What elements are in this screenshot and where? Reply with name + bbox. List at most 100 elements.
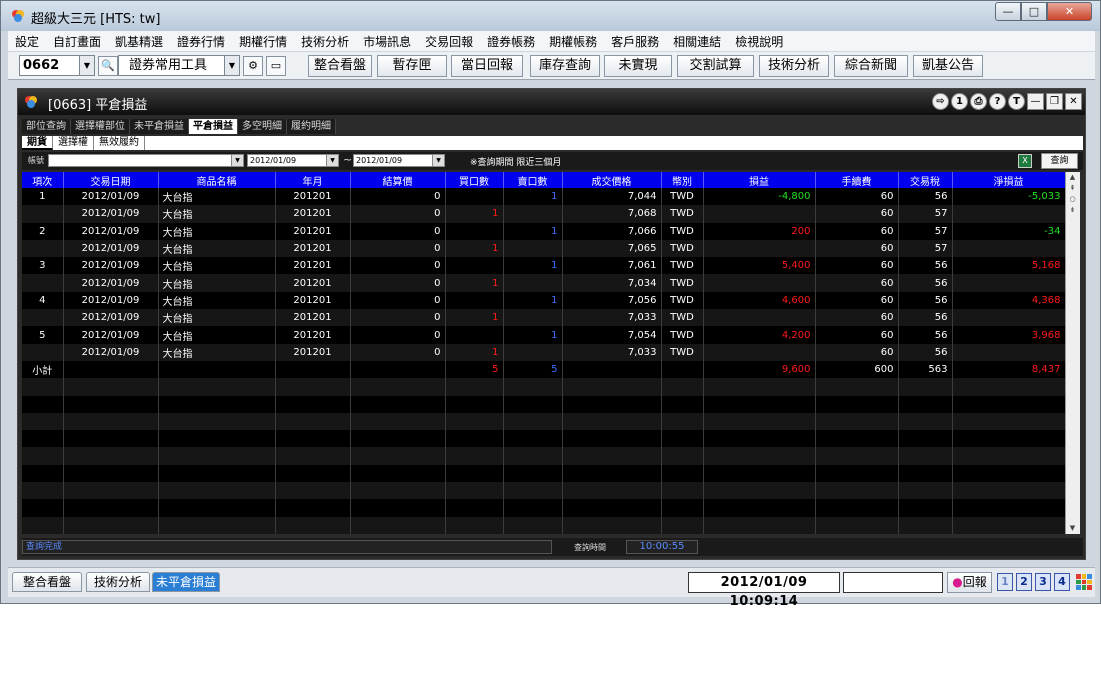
scroll-top-icon[interactable]: ⇞ [1066, 183, 1079, 194]
table-row[interactable]: 3 2012/01/09 大台指 201201 0 1 7,061 TWD 5,400 60 56 5… [22, 257, 1065, 275]
column-header[interactable]: 淨損益 [952, 172, 1065, 188]
table-row[interactable]: 1 2012/01/09 大台指 201201 0 1 7,044 TWD -4,800 60 56… [22, 188, 1065, 206]
menu-item[interactable]: 凱基精選 [108, 33, 170, 50]
menu-item[interactable]: 檢視說明 [728, 33, 790, 50]
chevron-down-icon[interactable]: ▼ [224, 56, 239, 75]
menu-item[interactable]: 期權帳務 [542, 33, 604, 50]
column-header[interactable]: 買口數 [445, 172, 504, 188]
column-header[interactable]: 成交價格 [562, 172, 662, 188]
table-row[interactable]: 4 2012/01/09 大台指 201201 0 1 7,056 TWD 4,600 60 56 4… [22, 291, 1065, 310]
reply-button[interactable]: ●回報 [947, 572, 992, 593]
toolbar-button[interactable]: 當日回報 [451, 55, 523, 77]
table-row[interactable]: 5 2012/01/09 大台指 201201 0 1 7,054 TWD 4,200 60 56 3… [22, 326, 1065, 344]
layout-grid-icon[interactable] [1076, 574, 1092, 590]
account-select[interactable]: ▼ [48, 154, 244, 167]
menu-item[interactable]: 客戶服務 [604, 33, 666, 50]
column-header[interactable]: 結算價 [350, 172, 446, 188]
bottom-tab-2[interactable]: 未平倉損益 [152, 572, 220, 592]
tool-select[interactable]: 證券常用工具 ▼ [118, 55, 240, 76]
cell-price: 7,033 [562, 309, 662, 327]
toolbar-button[interactable]: 凱基公告 [913, 55, 983, 77]
subtab-1[interactable]: 選擇權 [53, 136, 94, 150]
subtab-2[interactable]: 無效履約 [94, 136, 145, 150]
tab-0[interactable]: 部位查詢 [22, 119, 71, 134]
date-to-select[interactable]: 2012/01/09 ▼ [353, 154, 445, 167]
chevron-down-icon[interactable]: ▼ [231, 155, 243, 166]
window-add-icon[interactable]: ▭ [266, 56, 286, 76]
vertical-scrollbar[interactable]: ▲ ⇞ ○ ⇟ ▼ [1065, 172, 1080, 534]
menu-item[interactable]: 市場訊息 [356, 33, 418, 50]
empty-cell [63, 464, 159, 483]
menu-item[interactable]: 證券行情 [170, 33, 232, 50]
table-row[interactable]: 2012/01/09 大台指 201201 0 1 7,033 TWD 60 56 [22, 309, 1065, 327]
column-header[interactable]: 項次 [22, 172, 64, 188]
cell-no [22, 309, 64, 327]
scroll-mid-icon[interactable]: ○ [1066, 194, 1079, 205]
screen-button-2[interactable]: 2 [1016, 573, 1032, 591]
tab-3[interactable]: 平倉損益 [189, 119, 238, 134]
chevron-down-icon[interactable]: ▼ [79, 56, 94, 75]
screen-button-1[interactable]: 1 [997, 573, 1013, 591]
menu-item[interactable]: 設定 [8, 33, 46, 50]
menu-item[interactable]: 期權行情 [232, 33, 294, 50]
table-row[interactable]: 2012/01/09 大台指 201201 0 1 7,068 TWD 60 57 [22, 205, 1065, 223]
date-from-select[interactable]: 2012/01/09 ▼ [247, 154, 339, 167]
inner-restore-button[interactable]: ❐ [1046, 93, 1063, 110]
toolbar-button[interactable]: 整合看盤 [308, 55, 372, 77]
maximize-button[interactable]: □ [1021, 2, 1047, 21]
bottom-tab-1[interactable]: 技術分析 [86, 572, 150, 592]
subtab-0[interactable]: 期貨 [22, 136, 53, 150]
tab-1[interactable]: 選擇權部位 [71, 119, 130, 134]
tab-4[interactable]: 多空明細 [238, 119, 287, 134]
chevron-down-icon[interactable]: ▼ [432, 155, 444, 166]
inner-tool-button[interactable]: 1 [951, 93, 968, 110]
column-header[interactable]: 商品名稱 [158, 172, 276, 188]
inner-tool-button[interactable]: T [1008, 93, 1025, 110]
toolbar-button[interactable]: 未實現 [604, 55, 672, 77]
column-header[interactable]: 幣別 [661, 172, 704, 188]
stock-code-input[interactable]: 0662 ▼ [19, 55, 95, 76]
inner-close-button[interactable]: ✕ [1065, 93, 1082, 110]
column-header[interactable]: 年月 [275, 172, 351, 188]
inner-tool-button[interactable]: ? [989, 93, 1006, 110]
inner-minimize-button[interactable]: — [1027, 93, 1044, 110]
tab-2[interactable]: 未平倉損益 [130, 119, 189, 134]
minimize-button[interactable]: — [995, 2, 1021, 21]
menu-item[interactable]: 自訂畫面 [46, 33, 108, 50]
scroll-bottom-icon[interactable]: ⇟ [1066, 205, 1079, 216]
table-row[interactable]: 2012/01/09 大台指 201201 0 1 7,065 TWD 60 57 [22, 239, 1065, 258]
toolbar-button[interactable]: 暫存匣 [377, 55, 447, 77]
toolbar-button[interactable]: 技術分析 [759, 55, 829, 77]
column-header[interactable]: 交易日期 [63, 172, 159, 188]
table-row[interactable]: 2012/01/09 大台指 201201 0 1 7,033 TWD 60 56 [22, 343, 1065, 361]
gear-icon[interactable]: ⚙ [243, 56, 263, 76]
screen-button-4[interactable]: 4 [1054, 573, 1070, 591]
table-row[interactable]: 2 2012/01/09 大台指 201201 0 1 7,066 TWD 200 60 57 -34 [22, 222, 1065, 240]
toolbar-button[interactable]: 綜合新聞 [834, 55, 908, 77]
tab-5[interactable]: 履約明細 [287, 119, 336, 134]
search-icon[interactable]: 🔍 [98, 56, 118, 76]
menu-item[interactable]: 證券帳務 [480, 33, 542, 50]
bottom-tab-0[interactable]: 整合看盤 [12, 572, 82, 592]
column-header[interactable]: 手續費 [815, 172, 899, 188]
close-button[interactable]: ✕ [1047, 2, 1092, 21]
empty-cell [445, 482, 504, 500]
menu-item[interactable]: 交易回報 [418, 33, 480, 50]
query-button[interactable]: 查詢 [1041, 153, 1078, 169]
column-header[interactable]: 交易稅 [898, 172, 953, 188]
menu-item[interactable]: 技術分析 [294, 33, 356, 50]
empty-cell [63, 447, 159, 465]
scroll-down-icon[interactable]: ▼ [1066, 523, 1079, 534]
inner-tool-button[interactable]: ⇨ [932, 93, 949, 110]
toolbar-button[interactable]: 庫存查詢 [530, 55, 600, 77]
chevron-down-icon[interactable]: ▼ [326, 155, 338, 166]
scroll-up-icon[interactable]: ▲ [1066, 172, 1079, 183]
screen-button-3[interactable]: 3 [1035, 573, 1051, 591]
excel-export-icon[interactable]: X [1018, 154, 1032, 168]
column-header[interactable]: 損益 [703, 172, 816, 188]
table-row[interactable]: 2012/01/09 大台指 201201 0 1 7,034 TWD 60 56 [22, 274, 1065, 292]
menu-item[interactable]: 相關連結 [666, 33, 728, 50]
column-header[interactable]: 賣口數 [503, 172, 563, 188]
inner-tool-button[interactable]: ⎙ [970, 93, 987, 110]
toolbar-button[interactable]: 交割試算 [677, 55, 754, 77]
